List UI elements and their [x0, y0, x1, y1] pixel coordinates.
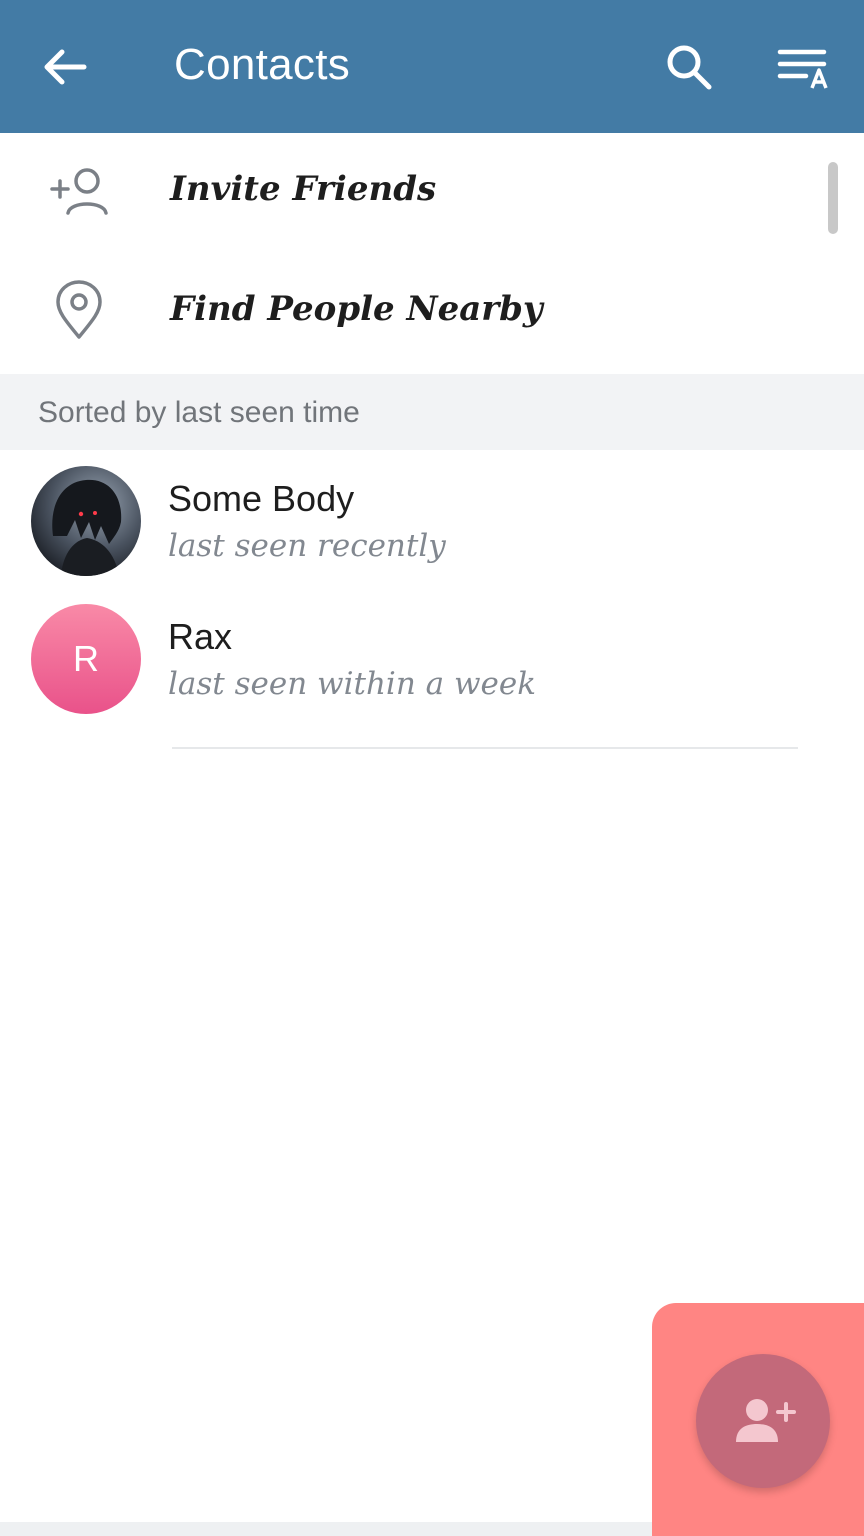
search-button[interactable] [664, 42, 714, 92]
arrow-left-icon [44, 49, 87, 85]
add-contact-button[interactable] [696, 1354, 830, 1488]
search-icon [667, 45, 712, 90]
contact-name: Some Body [168, 478, 355, 519]
find-people-nearby-row[interactable]: Find People Nearby [0, 253, 864, 373]
invite-friends-row[interactable]: Invite Friends [0, 133, 864, 253]
section-header-label: Sorted by last seen time [38, 396, 360, 429]
avatar: R [31, 604, 141, 714]
contact-row[interactable]: R Rax last seen within a week [0, 588, 864, 728]
page-title: Contacts [174, 40, 351, 89]
contact-status: last seen recently [168, 528, 446, 564]
add-contact-icon [736, 1399, 796, 1442]
sort-button[interactable] [776, 42, 834, 92]
contact-row[interactable]: Some Body last seen recently [0, 450, 864, 590]
section-header: Sorted by last seen time [0, 374, 864, 450]
find-people-nearby-label: Find People Nearby [170, 289, 543, 329]
scrollbar[interactable] [828, 162, 838, 234]
back-button[interactable] [40, 44, 90, 90]
invite-friends-label: Invite Friends [170, 169, 437, 209]
bottom-edge [0, 1522, 652, 1536]
list-divider [172, 747, 798, 749]
location-pin-icon [44, 277, 114, 347]
app-bar: Contacts [0, 0, 864, 133]
contact-name: Rax [168, 616, 233, 657]
contact-status: last seen within a week [168, 666, 536, 702]
avatar [31, 466, 141, 576]
sort-alpha-icon [777, 49, 828, 89]
add-person-icon [44, 159, 114, 229]
